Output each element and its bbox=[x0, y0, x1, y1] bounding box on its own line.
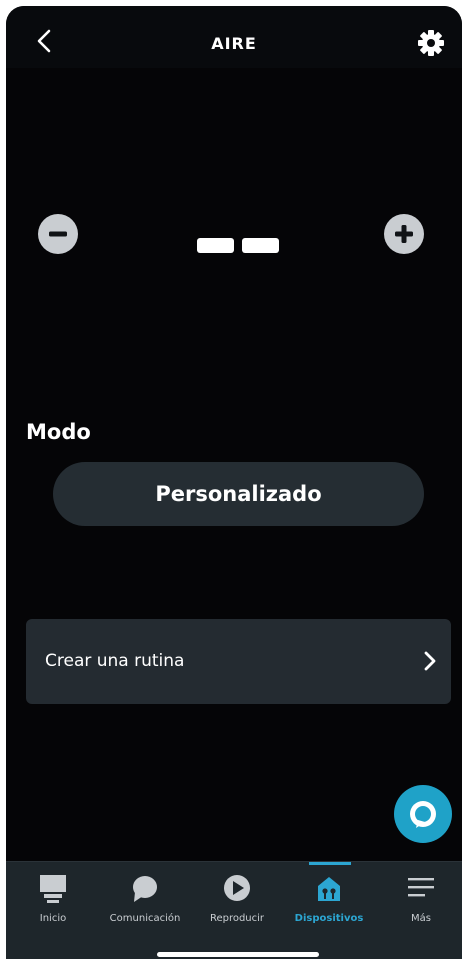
tab-dispositivos[interactable]: Dispositivos bbox=[284, 862, 374, 930]
increase-button[interactable] bbox=[384, 214, 424, 254]
decrease-button[interactable] bbox=[38, 214, 78, 254]
mode-selector-button[interactable]: Personalizado bbox=[53, 462, 424, 526]
minus-icon bbox=[49, 231, 67, 237]
tab-label-reproducir: Reproducir bbox=[209, 913, 265, 924]
tab-mas[interactable]: Más bbox=[376, 862, 462, 930]
create-routine-label: Crear una rutina bbox=[45, 651, 185, 671]
page-title: AIRE bbox=[211, 34, 257, 53]
tab-comunicacion[interactable]: Comunicación bbox=[100, 862, 190, 930]
bottom-tab-bar: Inicio Comunicación Reproducir Dispositi… bbox=[6, 861, 462, 959]
settings-button[interactable] bbox=[417, 29, 445, 57]
tab-label-dispositivos: Dispositivos bbox=[294, 913, 364, 924]
home-indicator bbox=[157, 952, 319, 957]
alexa-button[interactable] bbox=[394, 785, 452, 843]
chevron-right-icon bbox=[424, 651, 436, 671]
menu-icon bbox=[408, 878, 434, 897]
top-bar: AIRE bbox=[6, 6, 462, 68]
devices-icon bbox=[318, 877, 340, 901]
value-placeholder-dash bbox=[197, 238, 234, 253]
tab-reproducir[interactable]: Reproducir bbox=[192, 862, 282, 930]
tab-label-comunicacion: Comunicación bbox=[109, 913, 181, 924]
app-screen: AIRE Modo Personalizado Crear una rutina… bbox=[6, 6, 462, 959]
play-icon bbox=[224, 875, 250, 901]
home-icon bbox=[40, 875, 66, 903]
tab-inicio[interactable]: Inicio bbox=[8, 862, 98, 930]
gear-icon bbox=[418, 30, 444, 56]
mode-label: Modo bbox=[26, 420, 91, 444]
tab-label-inicio: Inicio bbox=[39, 913, 67, 924]
value-placeholder-dash bbox=[242, 238, 279, 253]
tab-label-mas: Más bbox=[411, 913, 431, 924]
create-routine-row[interactable]: Crear una rutina bbox=[26, 619, 451, 704]
alexa-ring-icon bbox=[410, 801, 436, 828]
chat-bubble-icon bbox=[133, 876, 157, 902]
plus-icon bbox=[395, 225, 413, 243]
